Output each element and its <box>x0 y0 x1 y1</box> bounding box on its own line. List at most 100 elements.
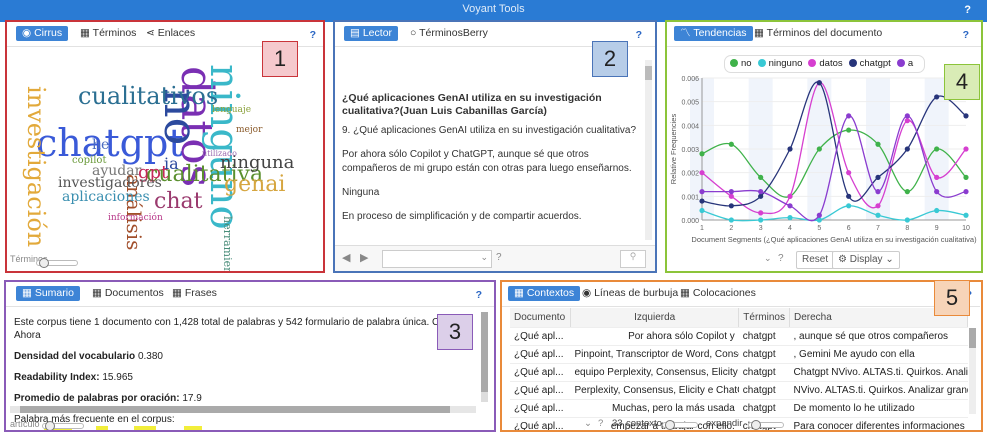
legend-item[interactable]: ninguno <box>757 58 802 69</box>
col-terminos[interactable]: Términos <box>738 308 790 328</box>
chevron-down-icon[interactable]: ⌄ <box>764 253 772 264</box>
vocab-density-label: Densidad del vocabulario <box>14 351 136 362</box>
summary-hscrollbar[interactable] <box>10 406 476 413</box>
terms-slider[interactable] <box>36 258 78 268</box>
summary-help-icon[interactable]: ? <box>476 289 482 301</box>
tab-terminos-documento-label: Términos del documento <box>766 27 883 39</box>
x-tick-label: 3 <box>759 225 763 232</box>
cloud-word[interactable]: aplicaciones <box>62 190 150 204</box>
cloud-word[interactable]: copilot <box>72 156 106 166</box>
summary-hscroll-thumb[interactable] <box>20 406 450 413</box>
reader-options-button[interactable]: ⚲ <box>620 250 646 268</box>
contexts-footer-help-icon[interactable]: ? <box>598 418 603 429</box>
tab-sumario[interactable]: ▦ Sumario <box>16 286 80 301</box>
trends-footer-help-icon[interactable]: ? <box>778 253 784 264</box>
legend-item[interactable]: no <box>730 58 752 69</box>
tab-lector-label: Lector <box>362 27 393 39</box>
kwic-scroll-thumb[interactable] <box>969 328 976 348</box>
table-row[interactable]: ¿Qué apl... equipo Perplexity, Consensus,… <box>510 363 968 382</box>
tab-enlaces[interactable]: ⋖ Enlaces <box>140 26 201 41</box>
legend-item[interactable]: a <box>896 58 913 69</box>
app-help-icon[interactable]: ? <box>964 4 971 16</box>
table-row[interactable]: ¿Qué apl... Pinpoint, Transcriptor de Wor… <box>510 345 968 364</box>
chevron-down-icon[interactable]: ⌄ <box>584 418 592 429</box>
grid-icon: ▦ <box>754 27 764 39</box>
vocab-density-value: 0.380 <box>137 351 163 362</box>
series-point-no <box>728 141 734 147</box>
context-slider-knob[interactable] <box>665 420 675 430</box>
next-arrow-icon[interactable]: ▶ <box>360 251 368 264</box>
cloud-word[interactable]: chat <box>154 191 202 213</box>
share-icon: ⋖ <box>146 27 155 39</box>
cloud-word[interactable]: cualitativos <box>78 84 218 108</box>
cloud-word[interactable]: he <box>92 138 109 152</box>
cloud-word[interactable]: ia <box>164 156 179 172</box>
series-point-chatgpt <box>963 113 969 119</box>
series-point-datos <box>904 118 910 124</box>
expand-slider[interactable] <box>748 420 784 430</box>
series-point-no <box>699 151 705 157</box>
reader-help-icon[interactable]: ? <box>636 29 642 41</box>
display-button[interactable]: ⚙ Display ⌄ <box>832 251 900 269</box>
corpus-summary: Este corpus tiene 1 documento con 1,428 … <box>14 317 465 341</box>
reader-document-select[interactable]: ⌄ <box>382 250 492 268</box>
kwic-scrollbar[interactable] <box>969 328 976 414</box>
tab-lineas-burbuja[interactable]: ◉ Líneas de burbuja <box>576 286 684 301</box>
kwic-table: Documento Izquierda Términos Derecha ¿Qu… <box>510 308 968 432</box>
table-row[interactable]: ¿Qué apl... Por ahora sólo Copilot y chatg… <box>510 327 968 346</box>
reader-footer-help-icon[interactable]: ? <box>496 252 502 263</box>
tab-colocaciones-label: Colocaciones <box>692 287 756 299</box>
context-slider[interactable] <box>662 420 698 430</box>
tab-colocaciones[interactable]: ▦ Colocaciones <box>674 286 762 301</box>
vocab-density: Densidad del vocabulario 0.380 <box>14 350 484 363</box>
legend-item[interactable]: datos <box>808 58 843 69</box>
table-row[interactable]: ¿Qué apl... Perplexity, Consensus, Elicit… <box>510 381 968 400</box>
tab-documentos[interactable]: ▦ Documentos <box>86 286 170 301</box>
avg-words-sentence: Promedio de palabras por oración: 17.9 <box>14 392 484 405</box>
annotation-label-2: 2 <box>592 41 628 77</box>
series-point-ninguno <box>934 207 940 214</box>
tab-lector[interactable]: ▤ Lector <box>344 26 399 41</box>
prev-arrow-icon[interactable]: ◀ <box>342 251 350 264</box>
cloud-word[interactable]: mejor <box>236 126 262 135</box>
cloud-word[interactable]: lenguaje <box>212 106 251 115</box>
y-tick-label: 0.006 <box>681 76 699 83</box>
cirrus-help-icon[interactable]: ? <box>310 29 316 41</box>
col-izquierda[interactable]: Izquierda <box>570 308 740 328</box>
cloud-word[interactable]: utilizado <box>202 150 237 158</box>
contexts-footer: ⌄ ? 33 contexto expandir <box>502 418 980 432</box>
reader-scroll-thumb[interactable] <box>645 66 652 80</box>
x-tick-label: 2 <box>729 225 733 232</box>
series-point-chatgpt <box>787 146 793 152</box>
trends-footer: ⌄ ? Reset ⚙ Display ⌄ <box>666 248 981 272</box>
table-row[interactable]: ¿Qué apl... Muchas, pero la más usada chat… <box>510 399 968 418</box>
tab-cirrus[interactable]: ◉ Cirrus <box>16 26 69 41</box>
summary-vscroll-thumb[interactable] <box>481 312 488 392</box>
tab-terminos[interactable]: ▦ Términos <box>74 26 142 41</box>
annotation-label-1: 1 <box>262 41 298 77</box>
terms-slider-knob[interactable] <box>39 258 49 268</box>
series-point-a <box>816 212 822 218</box>
legend-item[interactable]: chatgpt <box>848 58 891 69</box>
grid-icon: ▦ <box>92 287 102 299</box>
summary-footer: artículo <box>6 418 494 432</box>
tab-tendencias[interactable]: 〽 Tendencias <box>674 26 753 41</box>
tab-frases[interactable]: ▦ Frases <box>166 286 223 301</box>
tab-terminos-documento[interactable]: ▦ Términos del documento <box>748 26 888 41</box>
tab-terminosberry[interactable]: ○ TérminosBerry <box>404 26 494 41</box>
col-documento[interactable]: Documento <box>510 308 571 328</box>
cloud-word[interactable]: información <box>108 214 163 223</box>
document-slider[interactable] <box>42 421 84 431</box>
reset-button[interactable]: Reset <box>796 251 835 269</box>
document-slider-knob[interactable] <box>45 421 55 431</box>
cell-documento: ¿Qué apl... <box>510 381 571 400</box>
reader-scrollbar[interactable] <box>645 60 652 240</box>
cloud-word[interactable]: ayudar <box>92 164 141 178</box>
tab-contextos[interactable]: ▦ Contextos <box>508 286 581 301</box>
cloud-word[interactable]: genai <box>224 174 285 196</box>
trends-help-icon[interactable]: ? <box>963 29 969 41</box>
expand-slider-knob[interactable] <box>751 420 761 430</box>
cell-derecha: De momento lo he utilizado <box>789 399 968 418</box>
cloud-word[interactable]: investigación <box>22 86 50 247</box>
summary-vscrollbar[interactable] <box>481 312 488 402</box>
